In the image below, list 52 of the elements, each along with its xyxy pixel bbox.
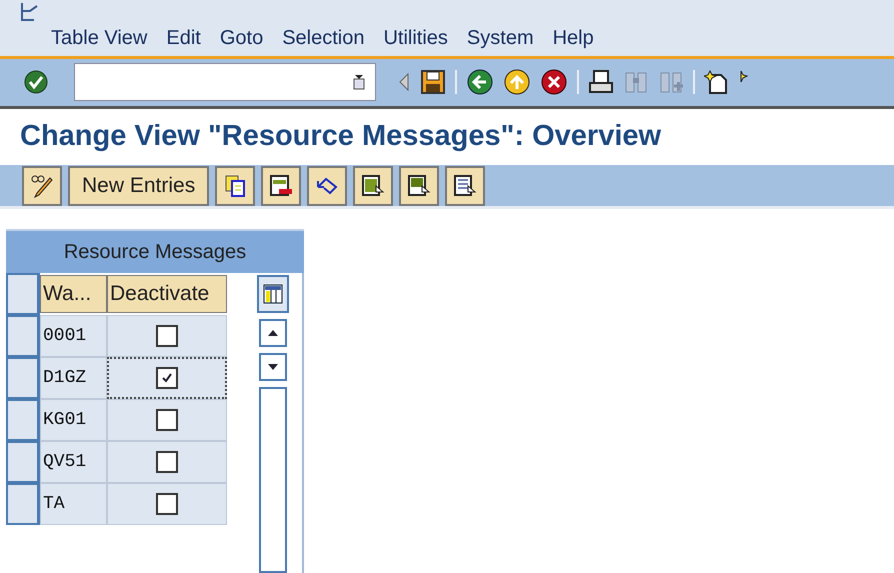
undo-icon[interactable]	[307, 166, 348, 206]
menu-item[interactable]: Selection	[273, 27, 374, 50]
menu-item[interactable]: Help	[544, 27, 603, 50]
cancel-icon[interactable]	[540, 68, 568, 96]
exit-icon[interactable]	[503, 68, 531, 96]
row-selector[interactable]	[6, 441, 40, 484]
back-arrow-icon[interactable]	[397, 71, 411, 94]
select-block-icon[interactable]	[399, 166, 440, 206]
checkbox[interactable]	[156, 451, 178, 474]
dropdown-icon[interactable]	[353, 74, 365, 90]
first-page-icon[interactable]	[704, 69, 730, 96]
up-arrow-icon	[268, 330, 278, 336]
table-cell: TA	[40, 483, 107, 526]
select-all-rows-button[interactable]	[6, 273, 40, 316]
column-settings-icon[interactable]	[257, 275, 289, 314]
menu-item[interactable]: System	[458, 27, 543, 50]
table-cell: D1GZ	[40, 357, 107, 400]
copy-icon[interactable]	[215, 166, 256, 206]
down-arrow-icon	[268, 364, 278, 370]
display-change-icon[interactable]	[22, 166, 62, 206]
confirm-icon[interactable]	[23, 69, 49, 96]
delete-row-icon[interactable]	[261, 166, 302, 206]
checkbox[interactable]	[156, 409, 178, 432]
row-selector[interactable]	[6, 399, 40, 442]
column-header[interactable]: Deactivate	[107, 275, 227, 314]
checkbox[interactable]	[156, 367, 178, 390]
checkbox[interactable]	[156, 493, 178, 516]
save-icon[interactable]	[420, 69, 446, 96]
row-selector[interactable]	[6, 357, 40, 400]
column-header[interactable]: Wa...	[40, 275, 107, 314]
check-icon	[160, 371, 174, 386]
screen-title: Change View "Resource Messages": Overview	[20, 120, 662, 154]
menu-item[interactable]: Utilities	[374, 27, 457, 50]
checkbox[interactable]	[156, 325, 178, 348]
scroll-up-button[interactable]	[259, 319, 287, 348]
table-cell: KG01	[40, 399, 107, 442]
back-icon[interactable]	[466, 68, 494, 96]
new-entries-button[interactable]: New Entries	[68, 166, 210, 206]
row-selector[interactable]	[6, 483, 40, 526]
scroll-down-button[interactable]	[259, 353, 287, 382]
table-title: Resource Messages	[6, 229, 304, 274]
row-selector[interactable]	[6, 315, 40, 358]
menu-item[interactable]: Table View	[42, 27, 156, 50]
command-field[interactable]	[74, 63, 376, 102]
table-cell: QV51	[40, 441, 107, 484]
scrollbar-track[interactable]	[259, 387, 287, 573]
menu-item[interactable]: Goto	[210, 27, 272, 50]
deselect-all-icon[interactable]	[445, 166, 486, 206]
select-all-icon[interactable]	[353, 166, 394, 206]
table-cell: 0001	[40, 315, 107, 358]
print-icon[interactable]	[588, 69, 614, 96]
menu-item[interactable]: Edit	[157, 27, 210, 50]
